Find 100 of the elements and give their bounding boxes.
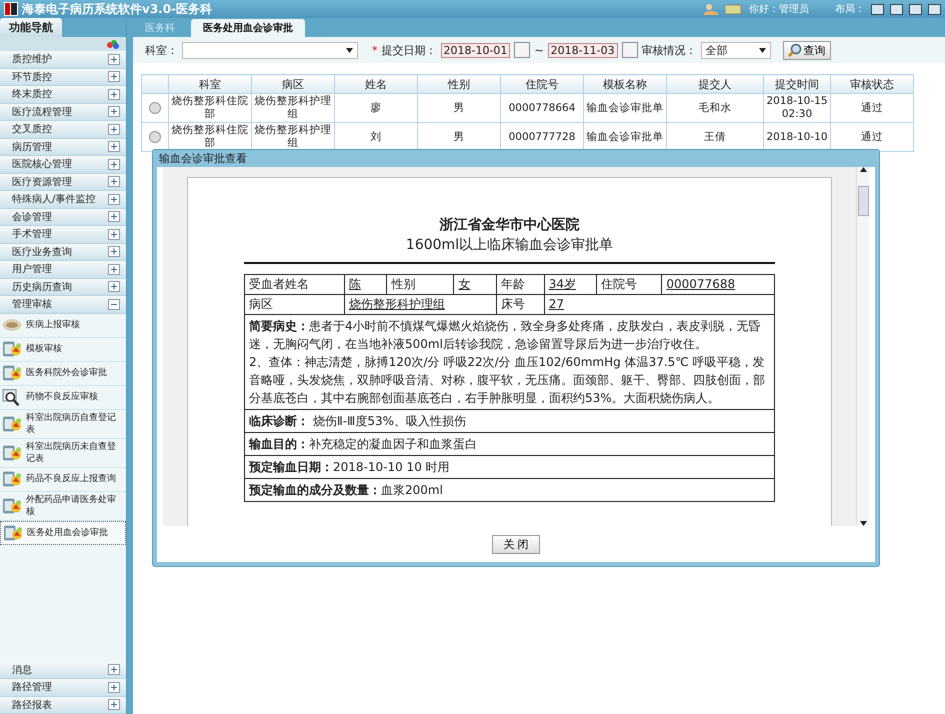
menu-group-label: 医疗流程管理 bbox=[12, 106, 72, 119]
row-radio[interactable] bbox=[149, 102, 161, 114]
layout-button[interactable] bbox=[871, 4, 884, 14]
column-header: 科室 bbox=[168, 74, 252, 94]
expand-icon[interactable] bbox=[108, 682, 120, 693]
layout-button[interactable] bbox=[909, 4, 922, 14]
menu-item[interactable]: 医务科院外会诊审批 bbox=[0, 362, 126, 386]
menu-group-label: 质控维护 bbox=[12, 52, 52, 66]
calendar-icon[interactable] bbox=[622, 42, 638, 58]
form-label: 病区 bbox=[244, 294, 344, 314]
form-value: 女 bbox=[454, 274, 496, 294]
menu-group-label: 环节质控 bbox=[12, 70, 52, 84]
menu-group[interactable]: 路径管理 bbox=[0, 679, 126, 696]
expand-icon[interactable] bbox=[108, 124, 120, 135]
status-select[interactable]: 全部 bbox=[700, 42, 771, 58]
menu-group[interactable]: 管理审核 bbox=[0, 296, 126, 314]
form-value: 34岁 bbox=[544, 274, 597, 294]
column-header: 性别 bbox=[418, 74, 500, 94]
menu-group[interactable]: 终末质控 bbox=[0, 86, 126, 104]
search-button[interactable]: 查询 bbox=[782, 40, 831, 60]
menu-item[interactable]: 科室出院病历自查登记表 bbox=[0, 410, 126, 438]
date-field[interactable]: 2018-10-01 bbox=[440, 42, 510, 58]
collapse-icon[interactable] bbox=[108, 298, 120, 310]
menu-item[interactable]: 疾病上报审核 bbox=[0, 314, 126, 338]
menu-group[interactable]: 质控维护 bbox=[0, 51, 126, 68]
form-value: 000077688 bbox=[662, 274, 774, 294]
menu-group-label: 医疗资源管理 bbox=[12, 176, 72, 189]
search-icon bbox=[788, 43, 802, 57]
menu-item[interactable]: 医务处用血会诊审批 bbox=[0, 520, 126, 544]
menu-group-label: 特殊病人/事件监控 bbox=[12, 192, 96, 206]
menu-item[interactable]: 科室出院病历未自查登记表 bbox=[0, 438, 126, 468]
menu-group[interactable]: 医疗流程管理 bbox=[0, 104, 126, 121]
users-icon bbox=[703, 3, 719, 15]
form-paragraph: 预定输血的成分及数量：血浆200ml bbox=[249, 482, 444, 499]
menu-group[interactable]: 病历管理 bbox=[0, 138, 126, 156]
column-header: 住院号 bbox=[500, 74, 584, 94]
medicine-kit-icon bbox=[2, 340, 22, 358]
menu-group[interactable]: 消息 bbox=[0, 662, 126, 679]
expand-icon[interactable] bbox=[108, 228, 120, 240]
expand-icon[interactable] bbox=[108, 194, 120, 205]
menu-group[interactable]: 医院核心管理 bbox=[0, 156, 126, 174]
table-cell: 输血会诊审批单 bbox=[584, 94, 666, 122]
menu-group-label: 消息 bbox=[12, 664, 32, 677]
column-header: 模板名称 bbox=[584, 74, 666, 94]
scrollbar[interactable] bbox=[856, 167, 869, 526]
medicine-kit-icon bbox=[2, 496, 22, 514]
layout-button[interactable] bbox=[928, 4, 941, 14]
menu-group[interactable]: 医疗资源管理 bbox=[0, 174, 126, 191]
expand-icon[interactable] bbox=[108, 106, 120, 118]
scroll-thumb[interactable] bbox=[858, 186, 868, 216]
layout-label: 布局： bbox=[835, 3, 865, 16]
menu-group[interactable]: 路径报表 bbox=[0, 696, 126, 714]
expand-icon[interactable] bbox=[108, 88, 120, 100]
column-header: 提交人 bbox=[666, 74, 764, 94]
calendar-icon[interactable] bbox=[514, 42, 530, 58]
expand-icon[interactable] bbox=[108, 158, 120, 170]
expand-icon[interactable] bbox=[108, 264, 120, 275]
expand-icon[interactable] bbox=[108, 246, 120, 258]
row-radio[interactable] bbox=[149, 131, 161, 143]
panel-tab[interactable]: 功能导航 bbox=[0, 18, 62, 37]
form-label: 床号 bbox=[496, 294, 544, 314]
menu-item[interactable]: 模板审核 bbox=[0, 338, 126, 362]
form-paragraph: 2、查体：神志清楚，脉搏120次/分 呼吸22次/分 血压102/60mmHg 体温37.5℃ 呼吸平稳，发音略哑，头发烧焦，双肺呼吸音清、对称，腹平软，无压痛。面颈部、躯干、臀部、四肢创面，部分基底苍白，其中右腕部创面基底苍白，右手肿胀明显，面积约53%。大面积烧伤病人。 bbox=[249, 354, 766, 407]
table-cell: 男 bbox=[418, 94, 500, 122]
medicine-kit-icon bbox=[2, 444, 22, 462]
column-header: 姓名 bbox=[334, 74, 418, 94]
menu-group[interactable]: 特殊病人/事件监控 bbox=[0, 191, 126, 208]
expand-icon[interactable] bbox=[108, 176, 120, 188]
menu-group-label: 医疗业务查询 bbox=[12, 246, 72, 259]
layout-button[interactable] bbox=[890, 4, 903, 14]
expand-icon[interactable] bbox=[108, 281, 120, 292]
expand-icon[interactable] bbox=[108, 211, 120, 222]
menu-item[interactable]: 药物不良反应审核 bbox=[0, 386, 126, 410]
menu-group-label: 病历管理 bbox=[12, 140, 52, 154]
expand-icon[interactable] bbox=[108, 699, 120, 710]
menu-group[interactable]: 历史病历查询 bbox=[0, 278, 126, 296]
expand-icon[interactable] bbox=[108, 71, 120, 82]
expand-icon[interactable] bbox=[108, 54, 120, 65]
menu-group[interactable]: 用户管理 bbox=[0, 261, 126, 278]
medicine-kit-icon bbox=[2, 364, 22, 382]
table-cell: 廖 bbox=[334, 94, 418, 122]
tab[interactable]: 医务处用血会诊审批 bbox=[191, 19, 305, 37]
field-label: 审核情况： bbox=[642, 42, 697, 58]
form-paragraph: 预定输血日期：2018-10-10 10 时用 bbox=[249, 459, 451, 476]
date-field[interactable]: 2018-11-03 bbox=[548, 42, 618, 58]
expand-icon[interactable] bbox=[108, 664, 120, 676]
menu-group[interactable]: 环节质控 bbox=[0, 68, 126, 86]
field-label: 提交日期： bbox=[382, 42, 436, 58]
scroll-down-icon bbox=[860, 521, 866, 526]
menu-group[interactable]: 手术管理 bbox=[0, 226, 126, 244]
close-button[interactable]: 关 闭 bbox=[492, 534, 540, 554]
menu-group[interactable]: 会诊管理 bbox=[0, 208, 126, 226]
column-header: 病区 bbox=[252, 74, 334, 94]
expand-icon[interactable] bbox=[108, 141, 120, 152]
palette-icon[interactable] bbox=[106, 39, 120, 49]
menu-group[interactable]: 医疗业务查询 bbox=[0, 244, 126, 261]
menu-item[interactable]: 药品不良反应上报查询 bbox=[0, 468, 126, 492]
menu-group[interactable]: 交叉质控 bbox=[0, 121, 126, 138]
form-value: 陈 bbox=[344, 274, 387, 294]
document-search-icon bbox=[2, 388, 22, 406]
